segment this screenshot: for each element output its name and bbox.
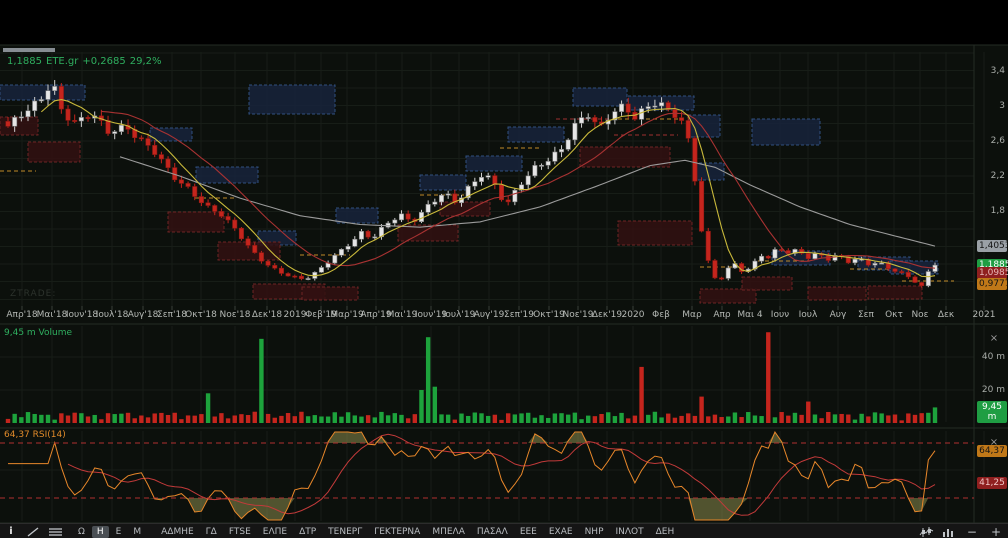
ticker-button[interactable]: FTSE xyxy=(224,526,256,538)
ticker-button[interactable]: ΔΤΡ xyxy=(294,526,321,538)
ticker-button[interactable]: ΓΕΚΤΕΡΝΑ xyxy=(369,526,425,538)
ticker-button[interactable]: ΠΑΣΑΛ xyxy=(472,526,513,538)
price-chart-canvas[interactable] xyxy=(0,0,1008,538)
trendline-tool-icon[interactable] xyxy=(25,526,41,538)
bottom-toolbar: i ΩΗΕΜ ΑΔΜΗΕ ΓΔ FTSE ΕΛΠΕ ΔΤΡ ΤΕΝΕΡΓ ΓΕΚΤΕΡΝΑ Μ… xyxy=(0,523,1008,538)
ticker-button[interactable]: ΕΕΕ xyxy=(515,526,542,538)
ticker-button[interactable]: ΔΕΗ xyxy=(651,526,680,538)
timeframe-button-Μ[interactable]: Μ xyxy=(128,526,146,538)
timeframe-button-Η[interactable]: Η xyxy=(91,525,109,538)
trading-app-window: 1,1885 ETE.gr +0,2685 29,2% ZTRADE: 9,45 m … xyxy=(0,0,1008,538)
zoom-in-button[interactable]: + xyxy=(984,525,1008,538)
chart-scroll-thumb[interactable] xyxy=(3,48,55,52)
ticker-button[interactable]: ΑΔΜΗΕ xyxy=(156,526,199,538)
info-icon[interactable]: i xyxy=(3,526,19,538)
bar-chart-icon[interactable] xyxy=(941,526,957,538)
ticker-button[interactable]: ΜΠΕΛΑ xyxy=(427,526,470,538)
watchlist-icon[interactable] xyxy=(47,526,63,538)
rsi-pane-close-icon[interactable]: × xyxy=(988,437,1000,449)
ticker-button[interactable]: ΤΕΝΕΡΓ xyxy=(323,526,367,538)
ticker-shortcut-buttons: ΑΔΜΗΕ ΓΔ FTSE ΕΛΠΕ ΔΤΡ ΤΕΝΕΡΓ ΓΕΚΤΕΡΝΑ ΜΠΕΛΑ ΠΑΣ… xyxy=(155,526,680,538)
timeframe-button-Ω[interactable]: Ω xyxy=(73,526,90,538)
ticker-button[interactable]: ΝΗΡ xyxy=(580,526,609,538)
candlestick-chart-icon[interactable] xyxy=(919,526,935,538)
timeframe-button-Ε[interactable]: Ε xyxy=(111,526,127,538)
zoom-out-button[interactable]: − xyxy=(960,525,984,538)
ticker-button[interactable]: ΕΧΑΕ xyxy=(544,526,578,538)
ticker-button[interactable]: ΓΔ xyxy=(201,526,222,538)
ticker-button[interactable]: ΙΝΛΟΤ xyxy=(611,526,649,538)
ticker-button[interactable]: ΕΛΠΕ xyxy=(258,526,292,538)
timeframe-buttons: ΩΗΕΜ xyxy=(72,525,147,538)
volume-pane-close-icon[interactable]: × xyxy=(988,333,1000,345)
